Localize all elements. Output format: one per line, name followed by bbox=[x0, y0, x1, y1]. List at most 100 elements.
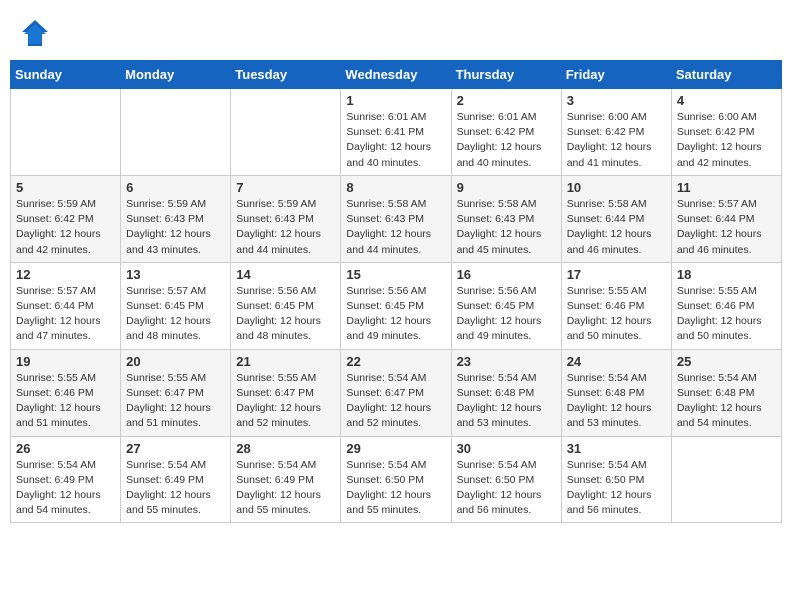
day-info: Sunrise: 5:54 AM Sunset: 6:48 PM Dayligh… bbox=[567, 371, 666, 432]
weekday-header: Thursday bbox=[451, 61, 561, 89]
logo bbox=[20, 18, 54, 48]
calendar-week-row: 1Sunrise: 6:01 AM Sunset: 6:41 PM Daylig… bbox=[11, 89, 782, 176]
day-number: 10 bbox=[567, 180, 666, 195]
day-info: Sunrise: 5:54 AM Sunset: 6:48 PM Dayligh… bbox=[677, 371, 776, 432]
day-number: 29 bbox=[346, 441, 445, 456]
day-info: Sunrise: 5:57 AM Sunset: 6:44 PM Dayligh… bbox=[677, 197, 776, 258]
day-info: Sunrise: 5:56 AM Sunset: 6:45 PM Dayligh… bbox=[346, 284, 445, 345]
day-number: 27 bbox=[126, 441, 225, 456]
day-number: 30 bbox=[457, 441, 556, 456]
calendar-day-cell: 4 Sunrise: 6:00 AM Sunset: 6:42 PM Daylig… bbox=[671, 89, 781, 176]
calendar-week-row: 5 Sunrise: 5:59 AM Sunset: 6:42 PM Daylig… bbox=[11, 175, 782, 262]
day-number: 16 bbox=[457, 267, 556, 282]
day-info: Sunrise: 6:00 AM Sunset: 6:42 PM Dayligh… bbox=[677, 110, 776, 171]
day-number: 17 bbox=[567, 267, 666, 282]
day-number: 6 bbox=[126, 180, 225, 195]
day-info: Sunrise: 5:59 AM Sunset: 6:42 PM Dayligh… bbox=[16, 197, 115, 258]
calendar-day-cell: 26 Sunrise: 5:54 AM Sunset: 6:49 PM Dayli… bbox=[11, 436, 121, 523]
calendar-day-cell: 8Sunrise: 5:58 AM Sunset: 6:43 PM Daylig… bbox=[341, 175, 451, 262]
day-info: Sunrise: 6:01 AM Sunset: 6:42 PM Dayligh… bbox=[457, 110, 556, 171]
day-info: Sunrise: 5:55 AM Sunset: 6:47 PM Dayligh… bbox=[126, 371, 225, 432]
day-number: 8 bbox=[346, 180, 445, 195]
calendar-day-cell bbox=[11, 89, 121, 176]
calendar-day-cell: 10Sunrise: 5:58 AM Sunset: 6:44 PM Dayli… bbox=[561, 175, 671, 262]
day-number: 21 bbox=[236, 354, 335, 369]
calendar-day-cell bbox=[231, 89, 341, 176]
calendar-day-cell: 15 Sunrise: 5:56 AM Sunset: 6:45 PM Dayli… bbox=[341, 262, 451, 349]
weekday-header-row: SundayMondayTuesdayWednesdayThursdayFrid… bbox=[11, 61, 782, 89]
day-info: Sunrise: 5:54 AM Sunset: 6:50 PM Dayligh… bbox=[346, 458, 445, 519]
day-number: 26 bbox=[16, 441, 115, 456]
day-info: Sunrise: 5:54 AM Sunset: 6:49 PM Dayligh… bbox=[236, 458, 335, 519]
day-number: 19 bbox=[16, 354, 115, 369]
calendar-day-cell: 19 Sunrise: 5:55 AM Sunset: 6:46 PM Dayli… bbox=[11, 349, 121, 436]
logo-icon bbox=[20, 18, 50, 48]
day-number: 22 bbox=[346, 354, 445, 369]
calendar-day-cell: 5 Sunrise: 5:59 AM Sunset: 6:42 PM Daylig… bbox=[11, 175, 121, 262]
day-info: Sunrise: 5:55 AM Sunset: 6:47 PM Dayligh… bbox=[236, 371, 335, 432]
calendar-table: SundayMondayTuesdayWednesdayThursdayFrid… bbox=[10, 60, 782, 523]
day-info: Sunrise: 5:54 AM Sunset: 6:47 PM Dayligh… bbox=[346, 371, 445, 432]
day-info: Sunrise: 5:57 AM Sunset: 6:44 PM Dayligh… bbox=[16, 284, 115, 345]
calendar-day-cell: 6 Sunrise: 5:59 AM Sunset: 6:43 PM Daylig… bbox=[121, 175, 231, 262]
day-number: 5 bbox=[16, 180, 115, 195]
day-number: 11 bbox=[677, 180, 776, 195]
day-info: Sunrise: 5:55 AM Sunset: 6:46 PM Dayligh… bbox=[16, 371, 115, 432]
page-header bbox=[10, 10, 782, 56]
calendar-day-cell: 16 Sunrise: 5:56 AM Sunset: 6:45 PM Dayli… bbox=[451, 262, 561, 349]
calendar-day-cell: 7 Sunrise: 5:59 AM Sunset: 6:43 PM Daylig… bbox=[231, 175, 341, 262]
day-info: Sunrise: 5:54 AM Sunset: 6:49 PM Dayligh… bbox=[126, 458, 225, 519]
calendar-day-cell: 23 Sunrise: 5:54 AM Sunset: 6:48 PM Dayli… bbox=[451, 349, 561, 436]
calendar-day-cell: 22 Sunrise: 5:54 AM Sunset: 6:47 PM Dayli… bbox=[341, 349, 451, 436]
calendar-day-cell: 25 Sunrise: 5:54 AM Sunset: 6:48 PM Dayli… bbox=[671, 349, 781, 436]
day-number: 9 bbox=[457, 180, 556, 195]
day-number: 14 bbox=[236, 267, 335, 282]
day-number: 24 bbox=[567, 354, 666, 369]
calendar-week-row: 19 Sunrise: 5:55 AM Sunset: 6:46 PM Dayli… bbox=[11, 349, 782, 436]
weekday-header: Wednesday bbox=[341, 61, 451, 89]
calendar-day-cell: 28 Sunrise: 5:54 AM Sunset: 6:49 PM Dayli… bbox=[231, 436, 341, 523]
calendar-day-cell: 21 Sunrise: 5:55 AM Sunset: 6:47 PM Dayli… bbox=[231, 349, 341, 436]
day-number: 1 bbox=[346, 93, 445, 108]
calendar-day-cell bbox=[671, 436, 781, 523]
day-info: Sunrise: 5:55 AM Sunset: 6:46 PM Dayligh… bbox=[677, 284, 776, 345]
day-info: Sunrise: 5:54 AM Sunset: 6:50 PM Dayligh… bbox=[457, 458, 556, 519]
day-info: Sunrise: 5:55 AM Sunset: 6:46 PM Dayligh… bbox=[567, 284, 666, 345]
calendar-day-cell: 20 Sunrise: 5:55 AM Sunset: 6:47 PM Dayli… bbox=[121, 349, 231, 436]
day-number: 25 bbox=[677, 354, 776, 369]
weekday-header: Friday bbox=[561, 61, 671, 89]
day-info: Sunrise: 5:57 AM Sunset: 6:45 PM Dayligh… bbox=[126, 284, 225, 345]
weekday-header: Tuesday bbox=[231, 61, 341, 89]
day-number: 12 bbox=[16, 267, 115, 282]
weekday-header: Monday bbox=[121, 61, 231, 89]
calendar-day-cell: 17 Sunrise: 5:55 AM Sunset: 6:46 PM Dayli… bbox=[561, 262, 671, 349]
day-info: Sunrise: 5:58 AM Sunset: 6:43 PM Dayligh… bbox=[457, 197, 556, 258]
calendar-day-cell: 18Sunrise: 5:55 AM Sunset: 6:46 PM Dayli… bbox=[671, 262, 781, 349]
calendar-day-cell: 31Sunrise: 5:54 AM Sunset: 6:50 PM Dayli… bbox=[561, 436, 671, 523]
calendar-day-cell: 13Sunrise: 5:57 AM Sunset: 6:45 PM Dayli… bbox=[121, 262, 231, 349]
day-number: 15 bbox=[346, 267, 445, 282]
calendar-week-row: 12 Sunrise: 5:57 AM Sunset: 6:44 PM Dayli… bbox=[11, 262, 782, 349]
calendar-day-cell: 11 Sunrise: 5:57 AM Sunset: 6:44 PM Dayli… bbox=[671, 175, 781, 262]
day-info: Sunrise: 5:54 AM Sunset: 6:49 PM Dayligh… bbox=[16, 458, 115, 519]
day-number: 28 bbox=[236, 441, 335, 456]
day-info: Sunrise: 6:00 AM Sunset: 6:42 PM Dayligh… bbox=[567, 110, 666, 171]
day-info: Sunrise: 5:56 AM Sunset: 6:45 PM Dayligh… bbox=[236, 284, 335, 345]
day-info: Sunrise: 5:56 AM Sunset: 6:45 PM Dayligh… bbox=[457, 284, 556, 345]
day-number: 3 bbox=[567, 93, 666, 108]
day-info: Sunrise: 5:54 AM Sunset: 6:48 PM Dayligh… bbox=[457, 371, 556, 432]
calendar-day-cell: 24 Sunrise: 5:54 AM Sunset: 6:48 PM Dayli… bbox=[561, 349, 671, 436]
day-info: Sunrise: 5:59 AM Sunset: 6:43 PM Dayligh… bbox=[236, 197, 335, 258]
weekday-header: Saturday bbox=[671, 61, 781, 89]
calendar-day-cell: 29 Sunrise: 5:54 AM Sunset: 6:50 PM Dayli… bbox=[341, 436, 451, 523]
day-info: Sunrise: 5:59 AM Sunset: 6:43 PM Dayligh… bbox=[126, 197, 225, 258]
day-number: 7 bbox=[236, 180, 335, 195]
calendar-day-cell: 14 Sunrise: 5:56 AM Sunset: 6:45 PM Dayli… bbox=[231, 262, 341, 349]
day-number: 23 bbox=[457, 354, 556, 369]
day-info: Sunrise: 5:54 AM Sunset: 6:50 PM Dayligh… bbox=[567, 458, 666, 519]
day-number: 20 bbox=[126, 354, 225, 369]
calendar-day-cell: 2 Sunrise: 6:01 AM Sunset: 6:42 PM Daylig… bbox=[451, 89, 561, 176]
day-number: 2 bbox=[457, 93, 556, 108]
calendar-day-cell bbox=[121, 89, 231, 176]
day-number: 4 bbox=[677, 93, 776, 108]
